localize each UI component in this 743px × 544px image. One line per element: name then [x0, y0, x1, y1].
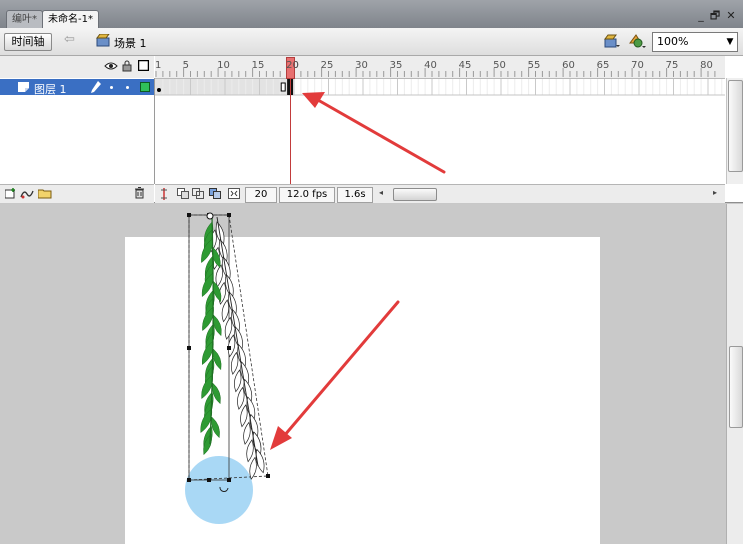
ruler-tick-label: 15 — [251, 60, 265, 71]
ruler-tick-label: 1 — [155, 60, 162, 71]
edit-multiple-frames-icon[interactable] — [209, 188, 221, 199]
outline-leaf — [224, 316, 233, 340]
outline-color-swatch[interactable] — [140, 82, 150, 92]
modify-markers-icon[interactable] — [228, 188, 240, 199]
blue-circle-shape[interactable] — [185, 456, 253, 524]
outline-leaf — [240, 404, 248, 428]
outline-leaf — [230, 351, 239, 375]
ruler-tick-label: 45 — [458, 60, 472, 71]
horizontal-scroll-thumb[interactable] — [393, 188, 437, 201]
stage-pasteboard[interactable] — [0, 204, 726, 544]
eye-icon[interactable] — [104, 61, 118, 71]
scroll-thumb[interactable] — [729, 346, 743, 428]
minimize-button[interactable]: _ — [694, 9, 708, 23]
frame-rate-field[interactable]: 12.0 fps — [279, 187, 335, 203]
trash-icon[interactable] — [134, 187, 145, 199]
ruler-tick-label: 55 — [527, 60, 541, 71]
ruler-tick-label: 25 — [320, 60, 334, 71]
stage-artwork — [185, 212, 400, 524]
green-leaf — [212, 382, 221, 405]
outline-leaf — [246, 439, 254, 463]
visibility-dot[interactable] — [110, 86, 113, 89]
tab-label: 未命名-1* — [48, 14, 93, 25]
onion-skin-icon[interactable] — [177, 188, 189, 199]
ruler-tick-label: 30 — [355, 60, 368, 71]
ruler-tick-label: 5 — [182, 60, 189, 71]
frame-cells — [155, 79, 725, 96]
zoom-select[interactable]: 100% ▼ — [652, 32, 738, 52]
frame-ruler[interactable]: 15101520253035404550556065707580 — [155, 56, 725, 79]
outline-leaf — [243, 421, 251, 445]
scroll-thumb[interactable] — [728, 80, 743, 172]
outline-leaf — [221, 299, 230, 323]
zoom-value: 100% — [657, 35, 689, 48]
span-end-frame[interactable] — [280, 82, 286, 92]
scene-icon — [96, 34, 110, 47]
pencil-icon — [91, 81, 101, 93]
scroll-left-arrow[interactable]: ◂ — [379, 188, 383, 197]
ruler-tick-label: 10 — [217, 60, 230, 71]
tab-label: 编叶* — [12, 14, 37, 25]
ruler-tick-label: 35 — [389, 60, 403, 71]
ruler-tick-label: 80 — [700, 60, 713, 71]
elapsed-time-field: 1.6s — [337, 187, 373, 203]
outline-stem — [216, 216, 259, 467]
edit-symbols-icon[interactable] — [628, 33, 646, 49]
outline-leaf — [237, 386, 245, 410]
timeline-toggle-button[interactable]: 时间轴 — [4, 33, 52, 51]
outline-leaf — [249, 456, 257, 480]
timeline-panel: 图层 1 15101520253035404550556065707580 20 — [0, 56, 743, 203]
onion-outline-icon[interactable] — [192, 188, 204, 199]
new-layer-icon[interactable] — [5, 188, 17, 199]
keyframe-marker[interactable] — [157, 88, 161, 92]
playhead-line — [290, 78, 292, 184]
center-frame-icon[interactable] — [159, 188, 169, 200]
timeline-vertical-scrollbar[interactable] — [726, 78, 743, 184]
transform-point-handle[interactable] — [206, 212, 214, 220]
scroll-right-arrow[interactable]: ▸ — [713, 188, 717, 197]
layer-row[interactable]: 图层 1 — [0, 79, 154, 97]
document-tab-2[interactable]: 未命名-1* — [42, 10, 99, 28]
outline-square-icon[interactable] — [138, 60, 149, 71]
back-arrow-icon[interactable]: ⇦ — [64, 32, 75, 47]
lock-dot[interactable] — [126, 86, 129, 89]
current-frame-field: 20 — [245, 187, 277, 203]
document-tab-bar: 编叶* 未命名-1* _ 🗗 ✕ — [0, 0, 743, 28]
playhead-frame-number: 20 — [286, 60, 299, 71]
layer-name[interactable]: 图层 1 — [34, 81, 67, 97]
stage-vertical-scrollbar[interactable] — [726, 204, 743, 544]
edit-scene-icon[interactable] — [604, 34, 620, 48]
edit-bar: 时间轴 ⇦ 场景 1 100% ▼ — [0, 28, 743, 56]
layer-icon — [18, 82, 29, 92]
ruler-tick-label: 70 — [631, 60, 644, 71]
lock-icon[interactable] — [122, 60, 132, 72]
chevron-down-icon[interactable]: ▼ — [723, 33, 737, 51]
layer-header — [0, 56, 154, 79]
ruler-tick-label: 50 — [493, 60, 506, 71]
ruler-tick-label: 75 — [665, 60, 679, 71]
document-tab-1[interactable]: 编叶* — [6, 10, 43, 28]
scene-name: 场景 1 — [114, 37, 147, 50]
new-folder-icon[interactable] — [38, 188, 52, 199]
ruler-tick-label: 40 — [424, 60, 437, 71]
outline-leaf — [234, 369, 242, 393]
ruler-tick-label: 65 — [596, 60, 610, 71]
close-button[interactable]: ✕ — [724, 9, 738, 23]
ruler-labels: 15101520253035404550556065707580 — [155, 56, 725, 78]
ruler-tick-label: 60 — [562, 60, 575, 71]
outline-leaf — [215, 264, 223, 288]
motion-guide-icon[interactable] — [20, 188, 34, 199]
layer-toolbar — [0, 184, 154, 203]
frame-grid[interactable] — [155, 79, 725, 184]
restore-button[interactable]: 🗗 — [708, 9, 722, 23]
annotation-arrow-stage — [282, 300, 400, 438]
timeline-status-bar: 20 12.0 fps 1.6s ◂ ▸ — [155, 184, 725, 203]
green-leaf — [211, 416, 220, 439]
